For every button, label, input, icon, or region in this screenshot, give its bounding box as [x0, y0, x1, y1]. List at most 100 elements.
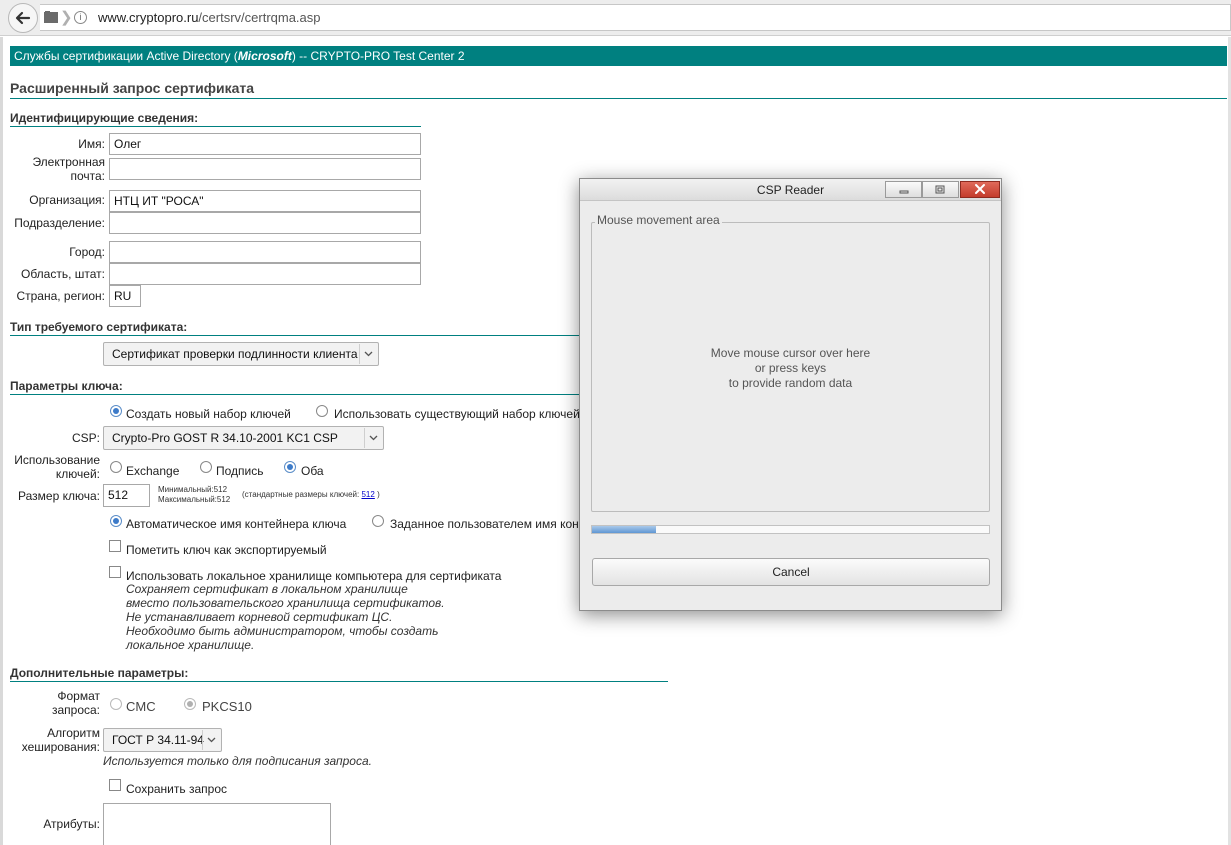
- hash-select[interactable]: ГОСТ Р 34.11-94: [103, 728, 222, 752]
- hash-label-1: Алгоритм: [47, 726, 100, 740]
- country-field[interactable]: RU: [109, 285, 141, 307]
- new-keyset-label: Создать новый набор ключей: [126, 407, 291, 421]
- key-size-std-link[interactable]: 512: [361, 490, 374, 499]
- key-size-label: Размер ключа:: [18, 489, 100, 503]
- state-label: Область, штат:: [21, 267, 105, 281]
- key-params-heading: Параметры ключа:: [10, 379, 668, 395]
- user-container-label: Заданное пользователем имя контейнера: [390, 517, 579, 531]
- url-host: www.cryptopro.ru: [98, 10, 199, 25]
- user-container-radio[interactable]: [372, 515, 384, 527]
- mouse-instructions: Move mouse cursor over here or press key…: [591, 346, 990, 391]
- email-label-2: почта:: [70, 169, 105, 183]
- cert-type-heading: Тип требуемого сертификата:: [10, 320, 668, 336]
- local-store-note-1: Сохраняет сертификат в локальном хранили…: [126, 582, 408, 596]
- org-field[interactable]: НТЦ ИТ "РОСА": [109, 190, 421, 212]
- local-store-note-4: Необходимо быть администратором, чтобы с…: [126, 624, 439, 638]
- address-bar[interactable]: ❯ i www.cryptopro.ru/certsrv/certrqma.as…: [40, 4, 1231, 31]
- key-size-std-suffix: ): [377, 490, 380, 499]
- existing-keyset-radio[interactable]: [316, 405, 328, 417]
- exportable-label: Пометить ключ как экспортируемый: [126, 543, 327, 557]
- attributes-textarea[interactable]: [103, 803, 331, 845]
- hash-value: ГОСТ Р 34.11-94: [112, 733, 204, 747]
- mouse-msg-line-1: Move mouse cursor over here: [710, 346, 871, 360]
- hash-note: Используется только для подписания запро…: [103, 754, 372, 768]
- key-size-standard: (стандартные размеры ключей: 512 ): [242, 490, 380, 500]
- email-label-1: Электронная: [32, 155, 105, 169]
- format-cmc-radio[interactable]: [110, 698, 122, 710]
- tabs-icon[interactable]: [44, 11, 58, 23]
- usage-label-2: ключей:: [55, 467, 100, 481]
- mouse-msg-line-2: or press keys: [754, 361, 827, 375]
- existing-keyset-label: Использовать существующий набор ключей: [334, 407, 580, 421]
- banner-suffix: ) -- CRYPTO-PRO Test Center 2: [291, 49, 465, 63]
- usage-both-radio[interactable]: [284, 461, 296, 473]
- key-size-max: Максимальный:512: [158, 495, 231, 504]
- city-label: Город:: [69, 245, 105, 259]
- chevron-down-icon: [202, 730, 220, 750]
- extra-params-heading: Дополнительные параметры:: [10, 666, 668, 682]
- attributes-label: Атрибуты:: [43, 817, 100, 831]
- minimize-button[interactable]: [885, 181, 922, 198]
- back-button[interactable]: [8, 3, 38, 33]
- cert-type-select[interactable]: Сертификат проверки подлинности клиента: [103, 342, 379, 366]
- close-button[interactable]: [960, 181, 1000, 198]
- chevron-down-icon: [364, 428, 382, 448]
- progress-fill: [592, 526, 656, 533]
- identity-heading: Идентифицирующие сведения:: [10, 111, 421, 127]
- format-cmc-label: CMC: [126, 699, 156, 714]
- format-label-2: запроса:: [51, 703, 100, 717]
- csp-value: Crypto-Pro GOST R 34.10-2001 KC1 CSP: [112, 431, 338, 445]
- dept-field[interactable]: [109, 212, 421, 234]
- local-store-label: Использовать локальное хранилище компьют…: [126, 569, 502, 583]
- name-field[interactable]: Олег: [109, 133, 421, 155]
- state-field[interactable]: [109, 263, 421, 285]
- usage-label-1: Использование: [14, 453, 100, 467]
- dialog-titlebar[interactable]: CSP Reader: [580, 179, 1001, 201]
- chevron-down-icon: [359, 344, 377, 364]
- cancel-button[interactable]: Cancel: [592, 558, 990, 586]
- csp-label: CSP:: [71, 431, 100, 445]
- banner-prefix: Службы сертификации Active Directory (: [14, 49, 238, 63]
- email-field[interactable]: [109, 158, 421, 180]
- info-icon[interactable]: i: [74, 11, 87, 24]
- city-field[interactable]: [109, 241, 421, 263]
- url-path: /certsrv/certrqma.asp: [198, 10, 321, 25]
- maximize-icon: [935, 185, 945, 194]
- random-data-progress: [591, 525, 990, 534]
- separator-chevron-icon: ❯: [60, 9, 73, 26]
- format-label-1: Формат: [57, 689, 100, 703]
- cert-type-value: Сертификат проверки подлинности клиента: [112, 347, 358, 361]
- usage-exchange-radio[interactable]: [110, 461, 122, 473]
- key-size-std-prefix: (стандартные размеры ключей:: [242, 490, 360, 499]
- save-request-label: Сохранить запрос: [126, 782, 227, 796]
- local-store-note-3: Не устанавливает корневой сертификат ЦС.: [126, 610, 393, 624]
- close-icon: [975, 184, 985, 194]
- back-arrow-icon: [15, 11, 31, 25]
- banner-brand: Microsoft: [237, 49, 292, 63]
- usage-signature-label: Подпись: [216, 464, 264, 478]
- usage-signature-radio[interactable]: [200, 461, 212, 473]
- local-store-note-2: вместо пользовательского хранилища серти…: [126, 596, 445, 610]
- name-label: Имя:: [78, 137, 105, 151]
- mouse-msg-line-3: to provide random data: [728, 376, 853, 390]
- dialog-title: CSP Reader: [756, 183, 825, 197]
- new-keyset-radio[interactable]: [110, 405, 122, 417]
- country-label: Страна, регион:: [16, 289, 105, 303]
- format-pkcs10-label: PKCS10: [202, 699, 252, 714]
- url-text[interactable]: www.cryptopro.ru/certsrv/certrqma.asp: [98, 10, 321, 25]
- exportable-checkbox[interactable]: [109, 540, 121, 552]
- local-store-checkbox[interactable]: [109, 566, 121, 578]
- key-size-min: Минимальный:512: [158, 485, 228, 494]
- page-left-edge: [0, 37, 3, 845]
- save-request-checkbox[interactable]: [109, 779, 121, 791]
- maximize-button[interactable]: [922, 181, 959, 198]
- auto-container-radio[interactable]: [110, 515, 122, 527]
- usage-exchange-label: Exchange: [126, 464, 180, 478]
- mouse-area-title: Mouse movement area: [595, 213, 722, 227]
- csp-select[interactable]: Crypto-Pro GOST R 34.10-2001 KC1 CSP: [103, 426, 384, 450]
- browser-toolbar: ❯ i www.cryptopro.ru/certsrv/certrqma.as…: [0, 0, 1231, 36]
- hash-label-2: хеширования:: [21, 740, 100, 754]
- key-size-field[interactable]: 512: [103, 484, 150, 507]
- format-pkcs10-radio[interactable]: [184, 698, 196, 710]
- header-banner: Службы сертификации Active Directory (Mi…: [10, 46, 1227, 66]
